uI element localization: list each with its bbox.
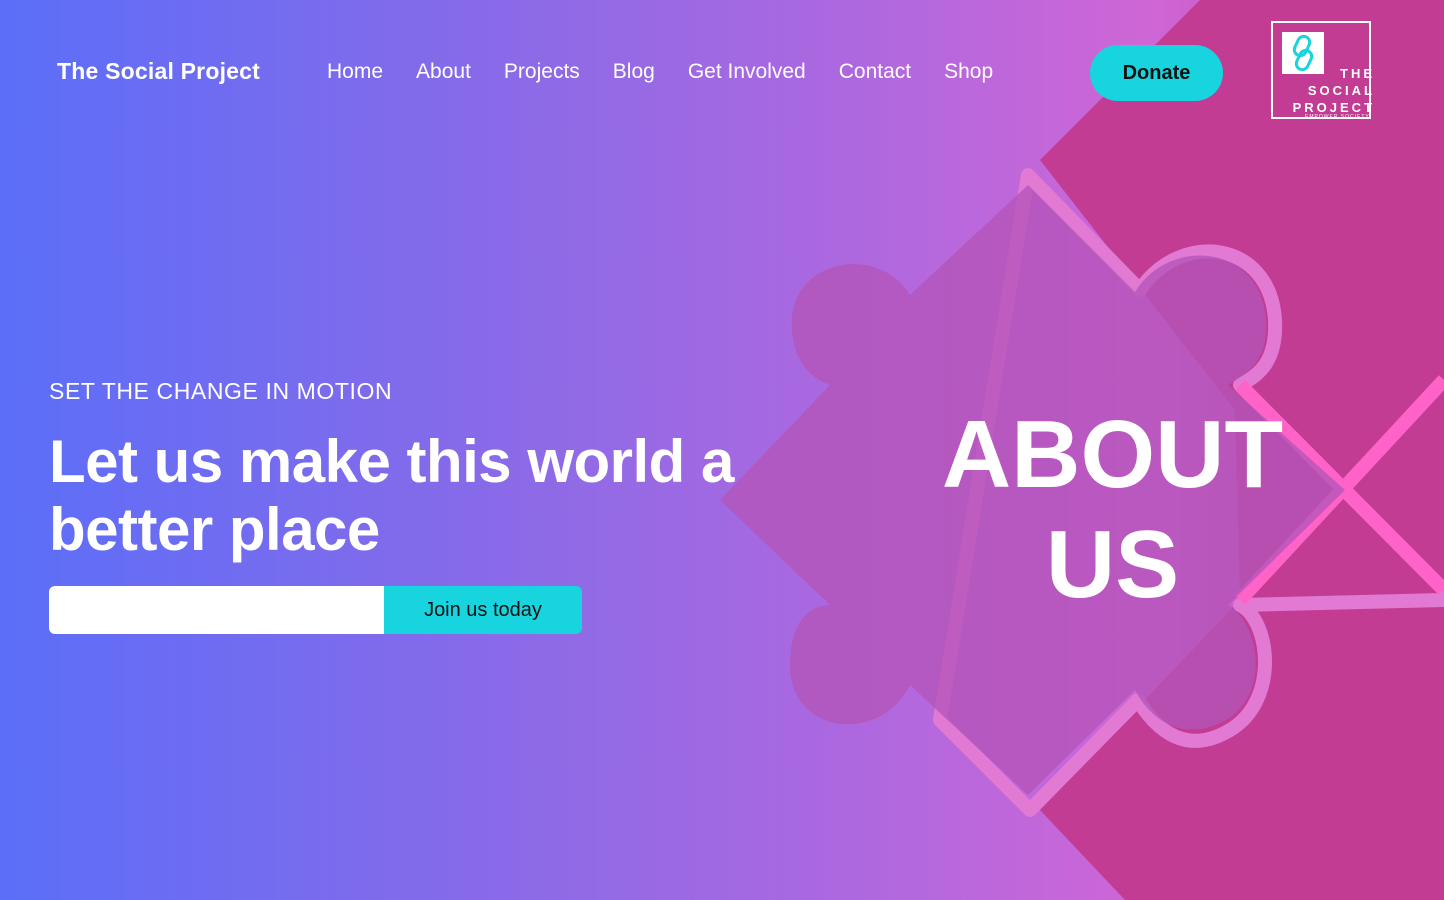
nav-link-get-involved[interactable]: Get Involved [688,60,806,84]
join-form: Join us today [49,586,582,634]
donate-button[interactable]: Donate [1090,45,1223,101]
brand-name[interactable]: The Social Project [57,58,260,85]
top-navigation-bar: The Social Project Home About Projects B… [0,0,1444,140]
site-logo[interactable]: THE SOCIAL PROJECT EMPOWER SOCIETY [1271,21,1372,120]
nav-link-home[interactable]: Home [327,60,383,84]
nav-link-blog[interactable]: Blog [613,60,655,84]
about-us-title: ABOUT US [941,401,1284,618]
hero-headline: Let us make this world a better place [49,428,734,563]
logo-wordmark: THE SOCIAL PROJECT [1292,66,1375,115]
hero-kicker: SET THE CHANGE IN MOTION [49,378,393,404]
logo-tagline: EMPOWER SOCIETY [1305,114,1370,120]
join-us-button[interactable]: Join us today [384,586,582,634]
nav-link-shop[interactable]: Shop [944,60,993,84]
nav-link-projects[interactable]: Projects [504,60,580,84]
email-input[interactable] [49,586,384,634]
nav-link-contact[interactable]: Contact [839,60,911,84]
nav-links: Home About Projects Blog Get Involved Co… [327,60,1026,84]
nav-link-about[interactable]: About [416,60,471,84]
